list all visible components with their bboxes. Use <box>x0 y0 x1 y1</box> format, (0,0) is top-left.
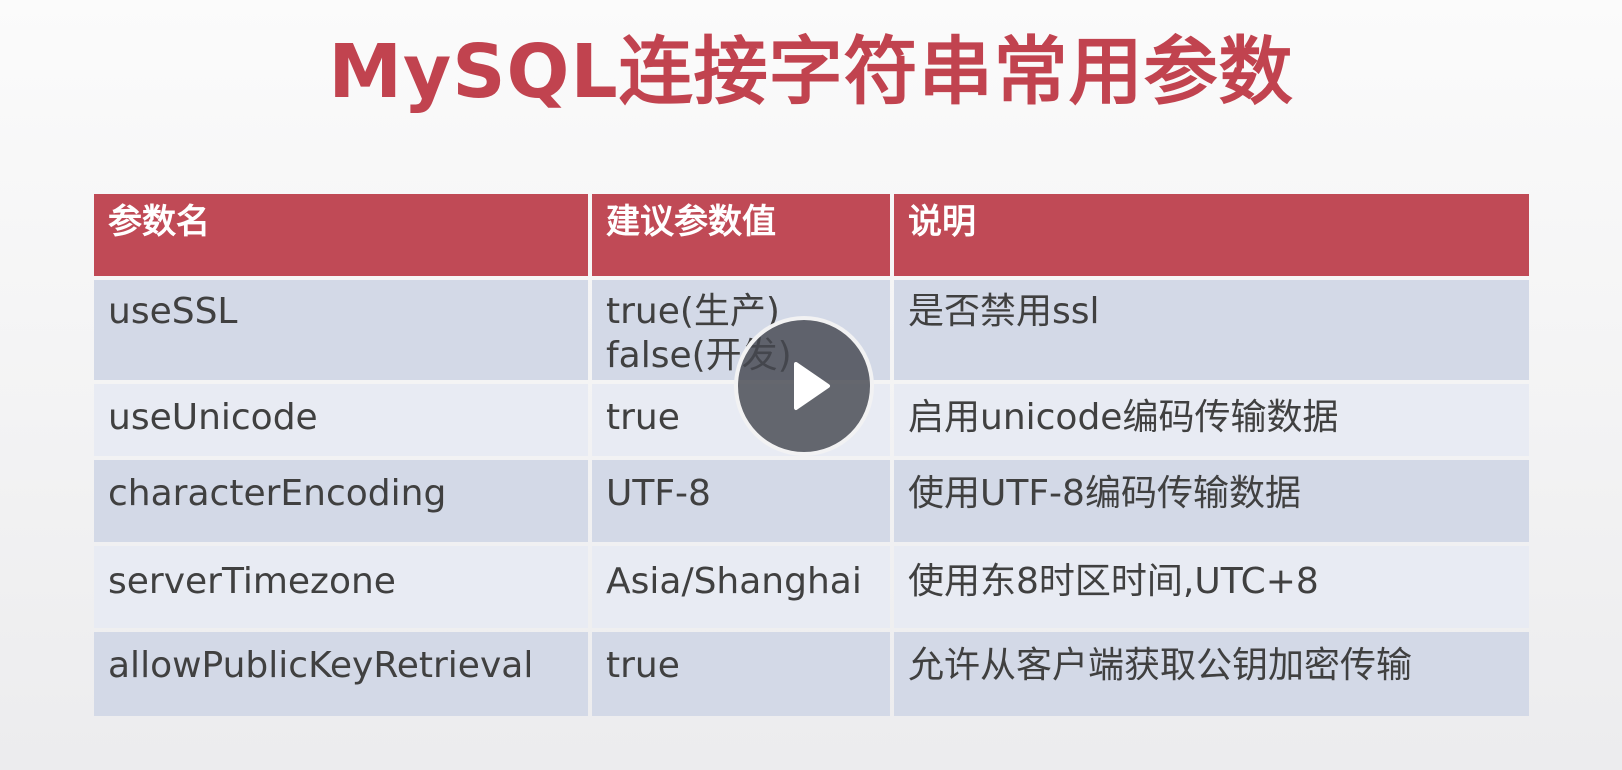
play-button[interactable] <box>734 316 874 456</box>
play-icon <box>794 362 830 410</box>
param-desc-cell: 使用UTF-8编码传输数据 <box>894 460 1529 542</box>
video-frame: MySQL连接字符串常用参数 参数名 建议参数值 说明 useSSL true(… <box>0 0 1622 770</box>
table-row: allowPublicKeyRetrieval true 允许从客户端获取公钥加… <box>94 632 1529 716</box>
param-desc-cell: 启用unicode编码传输数据 <box>894 384 1529 456</box>
slide-title: MySQL连接字符串常用参数 <box>328 29 1294 115</box>
param-value-cell: true <box>592 632 890 716</box>
param-desc-cell: 允许从客户端获取公钥加密传输 <box>894 632 1529 716</box>
param-value-cell: Asia/Shanghai <box>592 546 890 628</box>
param-name-cell: useSSL <box>94 280 588 380</box>
header-description: 说明 <box>894 194 1529 276</box>
param-value-cell: UTF-8 <box>592 460 890 542</box>
param-name-cell: characterEncoding <box>94 460 588 542</box>
header-suggested-value: 建议参数值 <box>592 194 890 276</box>
header-param-name: 参数名 <box>94 194 588 276</box>
table-row: serverTimezone Asia/Shanghai 使用东8时区时间,UT… <box>94 546 1529 628</box>
param-name-cell: allowPublicKeyRetrieval <box>94 632 588 716</box>
table-row: characterEncoding UTF-8 使用UTF-8编码传输数据 <box>94 460 1529 542</box>
param-desc-cell: 使用东8时区时间,UTC+8 <box>894 546 1529 628</box>
param-desc-cell: 是否禁用ssl <box>894 280 1529 380</box>
param-name-cell: useUnicode <box>94 384 588 456</box>
param-name-cell: serverTimezone <box>94 546 588 628</box>
table-header-row: 参数名 建议参数值 说明 <box>94 194 1529 276</box>
